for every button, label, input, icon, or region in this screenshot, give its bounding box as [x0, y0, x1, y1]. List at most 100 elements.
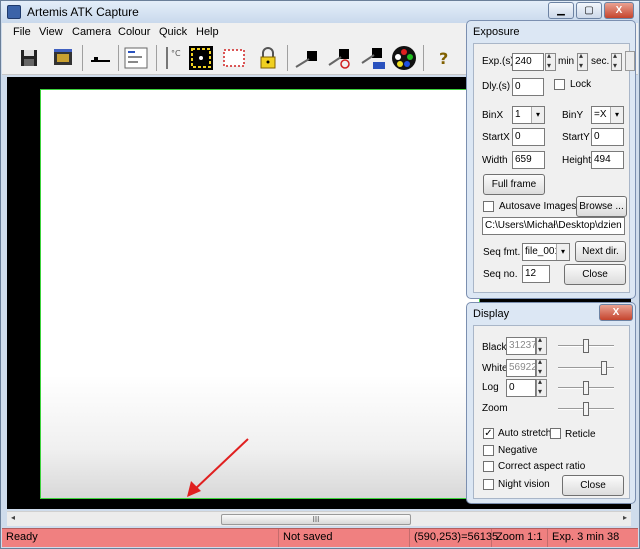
red-arrow-annotation: [187, 438, 249, 497]
reticle-label: Reticle: [565, 429, 596, 440]
seqfmt-select[interactable]: file_001 ▾: [522, 243, 570, 261]
browse-button[interactable]: Browse ...: [576, 196, 627, 217]
scroll-left-icon[interactable]: ◂: [11, 513, 15, 522]
menu-view[interactable]: View: [39, 26, 63, 38]
save-path-input[interactable]: C:\Users\Michał\Desktop\dzien 7: [482, 217, 625, 235]
aspect-label: Correct aspect ratio: [498, 461, 586, 472]
menu-help[interactable]: Help: [196, 26, 219, 38]
biny-select[interactable]: =X ▾: [591, 106, 624, 124]
log-spinner[interactable]: [536, 377, 547, 397]
window-title: Artemis ATK Capture: [27, 5, 139, 19]
close-button[interactable]: X: [604, 2, 634, 19]
zoom-label: Zoom: [482, 403, 508, 414]
status-zoom: Zoom 1:1: [492, 529, 548, 547]
capture-icon[interactable]: [293, 45, 319, 71]
sec-label: sec.: [591, 56, 610, 67]
capture-sequence-icon[interactable]: [360, 45, 386, 71]
next-dir-button[interactable]: Next dir.: [575, 241, 626, 262]
seqno-input[interactable]: 12: [522, 265, 550, 283]
dly-input[interactable]: 0: [512, 78, 544, 96]
image-frame: [40, 89, 480, 499]
app-icon: [7, 5, 21, 19]
negative-checkbox[interactable]: [483, 445, 494, 456]
full-frame-button[interactable]: Full frame: [483, 174, 545, 195]
horizontal-scrollbar[interactable]: ◂ III ▸: [7, 511, 631, 526]
nightvision-checkbox[interactable]: [483, 479, 494, 490]
seqno-label: Seq no.: [483, 269, 518, 280]
thermometer-icon[interactable]: °C: [161, 45, 187, 71]
exposure-panel-body: Exp.(s) 240 min sec. Dly.(s) 0 Lock BinX…: [473, 43, 630, 293]
white-input[interactable]: 56922: [506, 359, 536, 377]
zoom-slider-knob[interactable]: [583, 402, 589, 416]
menu-quick[interactable]: Quick: [159, 26, 187, 38]
subframe-icon[interactable]: [221, 45, 247, 71]
width-label: Width: [482, 155, 508, 166]
chevron-down-icon: ▾: [610, 107, 623, 123]
aspect-checkbox[interactable]: [483, 461, 494, 472]
status-pixel: (590,253)=56135: [410, 529, 498, 547]
colour-wheel-icon[interactable]: [391, 45, 417, 71]
startx-input[interactable]: 0: [512, 128, 545, 146]
binx-select[interactable]: 1 ▾: [512, 106, 545, 124]
starty-input[interactable]: 0: [591, 128, 624, 146]
autostretch-checkbox[interactable]: ✓: [483, 428, 494, 439]
minimize-button[interactable]: ▁: [548, 2, 574, 19]
exposure-panel-scroll[interactable]: [625, 51, 635, 71]
exp-label: Exp.(s): [482, 56, 514, 67]
black-spinner[interactable]: [536, 335, 547, 355]
white-slider-knob[interactable]: [601, 361, 607, 375]
display-close-x-button[interactable]: X: [599, 304, 633, 321]
black-input[interactable]: 31237: [506, 337, 536, 355]
scroll-thumb[interactable]: III: [221, 514, 411, 525]
min-spinner[interactable]: [577, 51, 588, 71]
status-bar: Ready Not saved (590,253)=56135 Zoom 1:1…: [2, 528, 638, 547]
log-input[interactable]: 0: [506, 379, 536, 397]
chevron-down-icon: ▾: [531, 107, 544, 123]
focus-box-icon[interactable]: [188, 45, 214, 71]
exposure-close-button[interactable]: Close: [564, 264, 626, 285]
scroll-right-icon[interactable]: ▸: [623, 513, 627, 522]
white-slider[interactable]: [558, 361, 614, 375]
min-label: min: [558, 56, 575, 67]
lock-icon[interactable]: [255, 45, 281, 71]
nightvision-label: Night vision: [498, 479, 550, 490]
binx-label: BinX: [482, 110, 504, 121]
black-label: Black: [482, 342, 507, 353]
display-close-button[interactable]: Close: [562, 475, 624, 496]
settings-panel-icon[interactable]: [123, 45, 149, 71]
status-saved: Not saved: [279, 529, 410, 547]
exp-input[interactable]: 240: [512, 53, 544, 71]
biny-label: BinY: [562, 110, 584, 121]
help-icon[interactable]: ?: [431, 45, 457, 71]
maximize-button[interactable]: ▢: [576, 2, 602, 19]
open-film-icon[interactable]: [50, 45, 76, 71]
capture-loop-icon[interactable]: [327, 45, 353, 71]
autostretch-label: Auto stretch: [498, 428, 552, 439]
black-slider[interactable]: [558, 339, 614, 353]
display-panel-title: Display: [473, 308, 510, 320]
exposure-panel-title: Exposure: [473, 26, 520, 38]
chevron-down-icon: ▾: [556, 244, 569, 260]
autosave-checkbox[interactable]: [483, 201, 494, 212]
telescope-icon[interactable]: [88, 45, 114, 71]
startx-label: StartX: [482, 132, 510, 143]
menu-colour[interactable]: Colour: [118, 26, 150, 38]
sec-spinner[interactable]: [611, 51, 622, 71]
black-slider-knob[interactable]: [583, 339, 589, 353]
save-icon[interactable]: [16, 45, 42, 71]
autosave-label: Autosave Images: [499, 201, 577, 212]
menu-camera[interactable]: Camera: [72, 26, 111, 38]
exp-spinner[interactable]: [545, 51, 556, 71]
thermo-label: °C: [171, 49, 181, 58]
menu-file[interactable]: File: [13, 26, 31, 38]
log-slider-knob[interactable]: [583, 381, 589, 395]
log-slider[interactable]: [558, 381, 614, 395]
svg-text:?: ?: [439, 49, 448, 68]
exposure-panel: Exposure Exp.(s) 240 min sec. Dly.(s) 0 …: [466, 20, 636, 299]
zoom-slider[interactable]: [558, 402, 614, 416]
white-spinner[interactable]: [536, 357, 547, 377]
reticle-checkbox[interactable]: [550, 428, 561, 439]
height-input[interactable]: 494: [591, 151, 624, 169]
width-input[interactable]: 659: [512, 151, 545, 169]
lock-checkbox[interactable]: [554, 79, 565, 90]
